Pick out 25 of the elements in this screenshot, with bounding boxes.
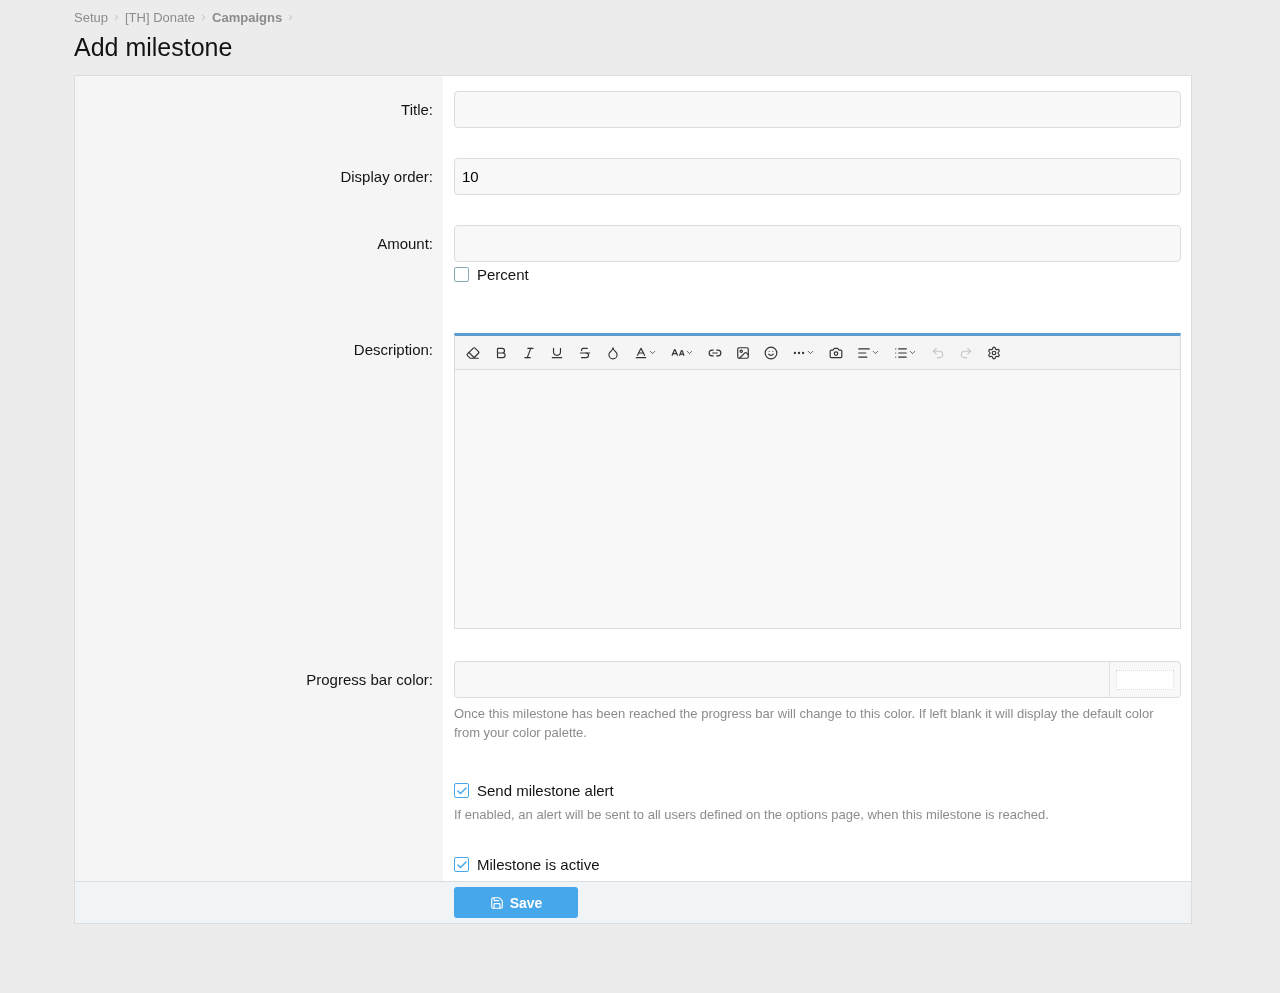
checkbox-label: Percent: [477, 266, 529, 283]
save-icon: [489, 895, 504, 910]
breadcrumb-link[interactable]: [TH] Donate: [125, 10, 196, 25]
checkbox[interactable]: [454, 857, 469, 872]
breadcrumb-link[interactable]: Campaigns: [212, 10, 283, 25]
page-title: Add milestone: [74, 33, 234, 62]
text-input[interactable]: 10: [454, 158, 1181, 195]
save-button[interactable]: Save: [454, 887, 578, 918]
field-label: Amount:: [377, 234, 433, 252]
color-field[interactable]: [454, 661, 1181, 698]
help-text: Once this milestone has been reached the progress bar will change to this color. If left blank it will display the default color from your color palette.: [454, 705, 1155, 742]
checkbox-label: Milestone is active: [477, 856, 600, 873]
chevron-icon: [112, 13, 121, 22]
field-label: Description:: [353, 340, 433, 358]
checkbox[interactable]: [454, 267, 469, 282]
help-text: If enabled, an alert will be sent to all users defined on the options page, when this milestone is reached.: [454, 806, 1050, 824]
checkbox-label: Send milestone alert: [477, 782, 614, 799]
field-label: Progress bar color:: [306, 670, 433, 688]
checkbox[interactable]: [454, 783, 469, 798]
color-swatch[interactable]: [1116, 669, 1174, 690]
text-input[interactable]: [454, 91, 1181, 128]
text-input[interactable]: [454, 225, 1181, 262]
breadcrumb-link[interactable]: Setup: [74, 10, 108, 25]
field-label: Title:: [401, 100, 433, 118]
field-label: Display order:: [340, 167, 433, 185]
